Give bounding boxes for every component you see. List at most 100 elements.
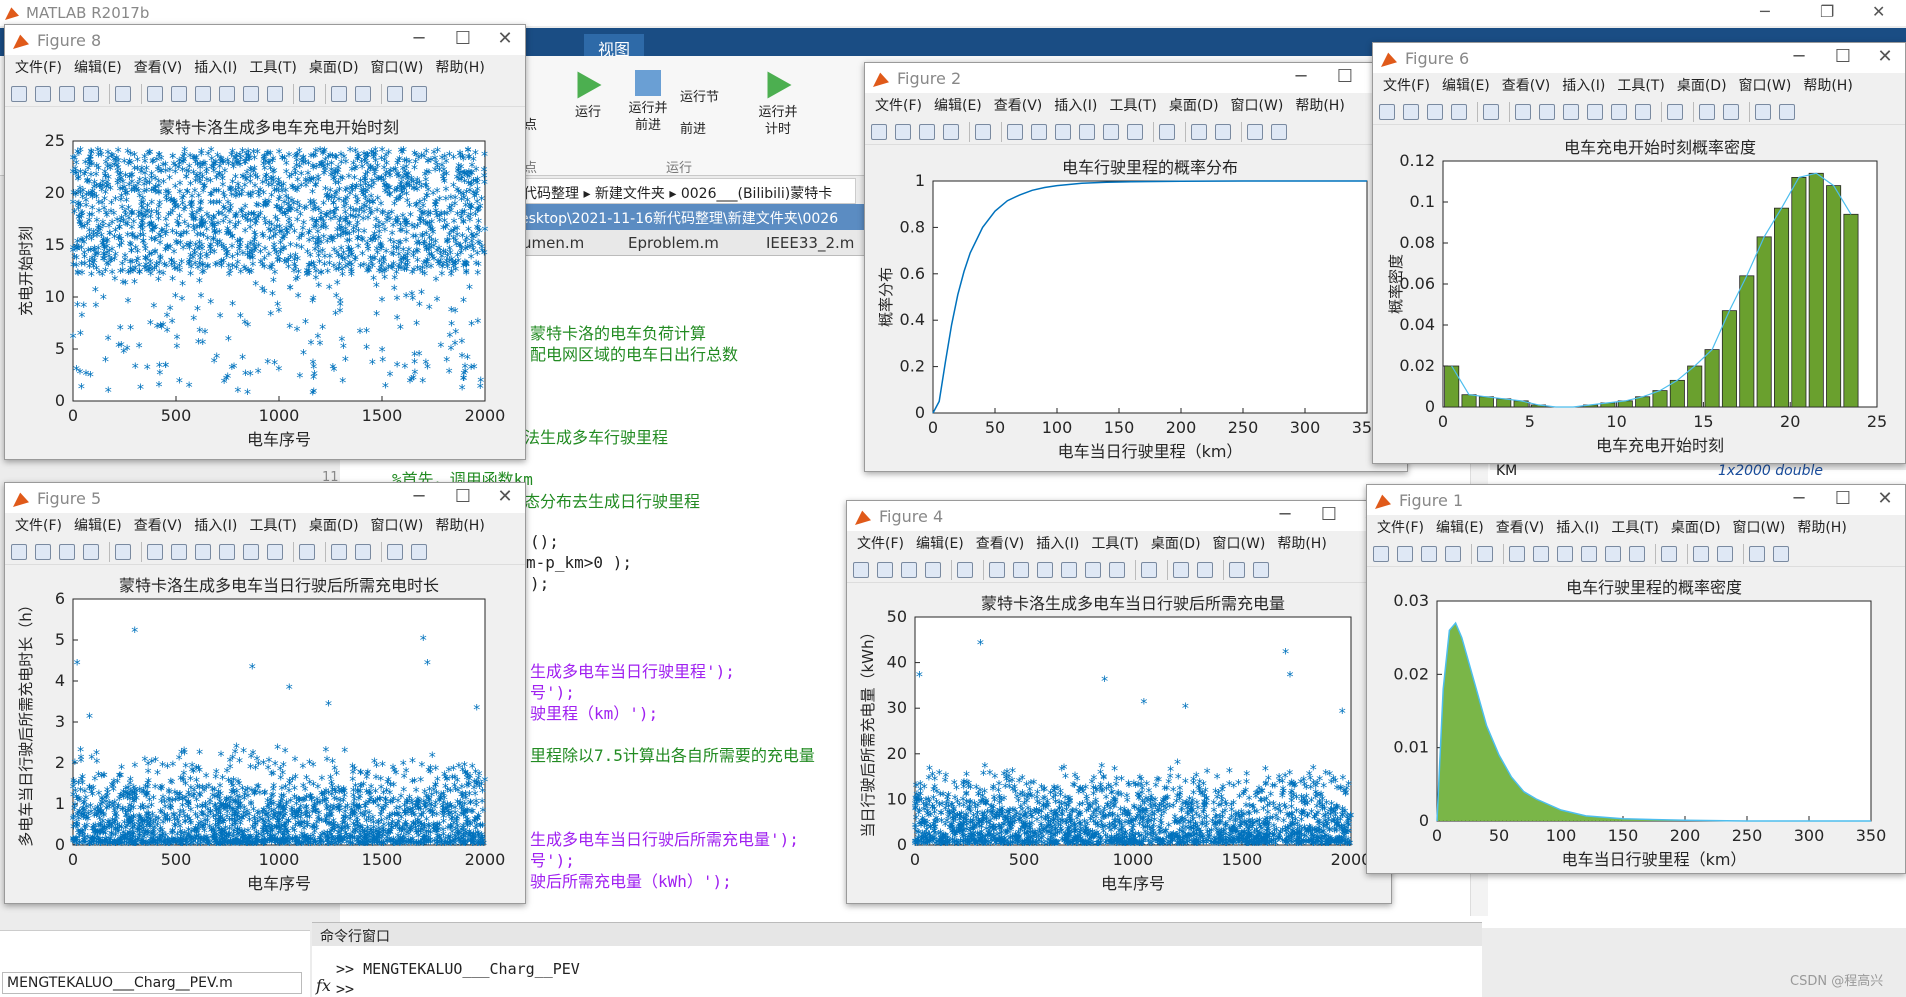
- pointer-icon[interactable]: [957, 562, 973, 578]
- current-file-item[interactable]: MENGTEKALUO___Charg__PEV.m: [2, 972, 302, 994]
- maximize-icon[interactable]: ☐: [1333, 66, 1357, 87]
- colorbar-icon[interactable]: [331, 544, 347, 560]
- open-icon[interactable]: [35, 86, 51, 102]
- zoom-out-icon[interactable]: [171, 86, 187, 102]
- open-icon[interactable]: [895, 124, 911, 140]
- minimize-icon[interactable]: ─: [407, 486, 431, 507]
- legend-icon[interactable]: [355, 86, 371, 102]
- menu-item[interactable]: 窗口(W): [1231, 98, 1284, 114]
- print-icon[interactable]: [925, 562, 941, 578]
- print-icon[interactable]: [83, 86, 99, 102]
- rotate-icon[interactable]: [219, 86, 235, 102]
- zoom-in-icon[interactable]: [147, 86, 163, 102]
- pointer-icon[interactable]: [115, 544, 131, 560]
- editor-tab-1[interactable]: umen.m: [522, 234, 584, 252]
- dock-icon[interactable]: [1253, 562, 1269, 578]
- menu-item[interactable]: 桌面(D): [1169, 98, 1219, 114]
- menu-item[interactable]: 帮助(H): [435, 60, 484, 76]
- save-icon[interactable]: [59, 544, 75, 560]
- link-icon[interactable]: [1141, 562, 1157, 578]
- zoom-out-icon[interactable]: [171, 544, 187, 560]
- menu-item[interactable]: 窗口(W): [371, 518, 424, 534]
- zoom-out-icon[interactable]: [1031, 124, 1047, 140]
- link-icon[interactable]: [299, 544, 315, 560]
- pan-icon[interactable]: [195, 86, 211, 102]
- close-icon[interactable]: ✕: [1872, 2, 1885, 21]
- pointer-icon[interactable]: [115, 86, 131, 102]
- legend-icon[interactable]: [1197, 562, 1213, 578]
- maximize-icon[interactable]: ☐: [451, 486, 475, 507]
- colorbar-icon[interactable]: [1173, 562, 1189, 578]
- menu-item[interactable]: 文件(F): [15, 60, 62, 76]
- workspace-var-name[interactable]: KM: [1496, 463, 1517, 479]
- rotate-icon[interactable]: [1079, 124, 1095, 140]
- menu-item[interactable]: 帮助(H): [1295, 98, 1344, 114]
- menu-item[interactable]: 查看(V): [994, 98, 1043, 114]
- hide-tools-icon[interactable]: [387, 544, 403, 560]
- close-icon[interactable]: ✕: [493, 28, 517, 49]
- zoom-in-icon[interactable]: [1007, 124, 1023, 140]
- command-prompt[interactable]: >>: [336, 980, 354, 997]
- menu-item[interactable]: 工具(T): [249, 60, 296, 76]
- zoom-in-icon[interactable]: [989, 562, 1005, 578]
- dock-icon[interactable]: [1271, 124, 1287, 140]
- zoom-out-icon[interactable]: [1013, 562, 1029, 578]
- restore-icon[interactable]: ❐: [1820, 2, 1834, 21]
- save-icon[interactable]: [901, 562, 917, 578]
- menu-item[interactable]: 插入(I): [194, 60, 237, 76]
- maximize-icon[interactable]: ☐: [451, 28, 475, 49]
- new-icon[interactable]: [853, 562, 869, 578]
- minimize-icon[interactable]: ─: [1273, 504, 1297, 525]
- new-icon[interactable]: [871, 124, 887, 140]
- menu-item[interactable]: 文件(F): [875, 98, 922, 114]
- link-icon[interactable]: [1159, 124, 1175, 140]
- breadcrumb[interactable]: 代码整理 ▸ 新建文件夹 ▸ 0026___(Bilibili)蒙特卡: [516, 178, 856, 204]
- menu-item[interactable]: 编辑(E): [74, 60, 122, 76]
- data-cursor-icon[interactable]: [243, 86, 259, 102]
- pan-icon[interactable]: [1037, 562, 1053, 578]
- menu-item[interactable]: 插入(I): [1054, 98, 1097, 114]
- new-icon[interactable]: [11, 86, 27, 102]
- data-cursor-icon[interactable]: [1085, 562, 1101, 578]
- run-time-button[interactable]: 运行并 计时: [750, 70, 806, 138]
- editor-tab-3[interactable]: IEEE33_2.m: [766, 234, 854, 252]
- menu-item[interactable]: 文件(F): [15, 518, 62, 534]
- menu-item[interactable]: 查看(V): [976, 536, 1025, 552]
- legend-icon[interactable]: [1215, 124, 1231, 140]
- menu-item[interactable]: 插入(I): [194, 518, 237, 534]
- link-icon[interactable]: [299, 86, 315, 102]
- dock-icon[interactable]: [411, 544, 427, 560]
- menu-item[interactable]: 编辑(E): [916, 536, 964, 552]
- menu-item[interactable]: 查看(V): [134, 518, 183, 534]
- run-button[interactable]: 运行: [566, 70, 610, 121]
- minimize-icon[interactable]: ─: [1760, 2, 1770, 21]
- run-section-button[interactable]: 运行节: [680, 86, 719, 105]
- menu-item[interactable]: 工具(T): [249, 518, 296, 534]
- zoom-in-icon[interactable]: [147, 544, 163, 560]
- figure-4-window[interactable]: Figure 4─☐✕文件(F)编辑(E)查看(V)插入(I)工具(T)桌面(D…: [846, 500, 1392, 904]
- brush-icon[interactable]: [1109, 562, 1125, 578]
- rotate-icon[interactable]: [1061, 562, 1077, 578]
- figure-2-window[interactable]: Figure 2─☐✕文件(F)编辑(E)查看(V)插入(I)工具(T)桌面(D…: [864, 62, 1408, 472]
- colorbar-icon[interactable]: [1191, 124, 1207, 140]
- save-icon[interactable]: [59, 86, 75, 102]
- print-icon[interactable]: [83, 544, 99, 560]
- print-icon[interactable]: [943, 124, 959, 140]
- minimize-icon[interactable]: ─: [407, 28, 431, 49]
- open-icon[interactable]: [877, 562, 893, 578]
- advance-button[interactable]: 前进: [680, 118, 706, 137]
- menu-item[interactable]: 编辑(E): [934, 98, 982, 114]
- data-cursor-icon[interactable]: [1103, 124, 1119, 140]
- hide-tools-icon[interactable]: [1229, 562, 1245, 578]
- menu-item[interactable]: 窗口(W): [1213, 536, 1266, 552]
- pan-icon[interactable]: [195, 544, 211, 560]
- pan-icon[interactable]: [1055, 124, 1071, 140]
- menu-item[interactable]: 帮助(H): [435, 518, 484, 534]
- colorbar-icon[interactable]: [331, 86, 347, 102]
- menu-item[interactable]: 桌面(D): [309, 518, 359, 534]
- data-cursor-icon[interactable]: [243, 544, 259, 560]
- run-advance-button[interactable]: 运行并 前进: [620, 70, 676, 134]
- dock-icon[interactable]: [411, 86, 427, 102]
- current-folder-path[interactable]: esktop\2021-11-16新代码整理\新建文件夹\0026: [516, 204, 866, 230]
- maximize-icon[interactable]: ☐: [1317, 504, 1341, 525]
